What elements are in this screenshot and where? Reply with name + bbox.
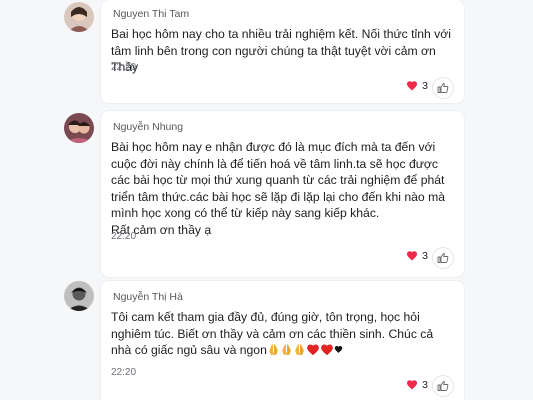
folded-hands-emoji (282, 344, 291, 355)
thumbs-up-icon (437, 83, 449, 93)
black-heart-emoji (334, 345, 343, 353)
avatar[interactable] (64, 281, 94, 311)
avatar[interactable] (64, 113, 94, 143)
heart-icon (407, 81, 418, 91)
comment-text: Bài học hôm nay e nhận được đó là mục đí… (111, 140, 446, 237)
author-name[interactable]: Nguyễn Thị Hà (113, 291, 183, 303)
heart-icon (407, 380, 418, 390)
thumbs-up-icon (437, 381, 449, 391)
reaction-summary[interactable]: 3 (406, 379, 428, 391)
like-button[interactable] (432, 77, 454, 99)
red-heart-emoji (307, 344, 319, 355)
timestamp[interactable]: 22:20 (111, 231, 136, 242)
like-button[interactable] (432, 375, 454, 397)
reaction-summary[interactable]: 3 (406, 80, 428, 92)
red-heart-emoji (321, 344, 333, 355)
comment-bubble: Nguyễn Nhung Bài học hôm nay e nhận được… (101, 111, 464, 277)
author-name[interactable]: Nguyễn Nhung (113, 121, 183, 133)
folded-hands-emoji (295, 344, 304, 355)
comment-feed: Nguyen Thi Tam Bai học hôm nay cho ta nh… (0, 0, 533, 400)
reaction-count: 3 (422, 379, 428, 391)
like-button[interactable] (432, 247, 454, 269)
comment-text: Bai học hôm nay cho ta nhiều trải nghiệm… (111, 27, 451, 74)
reaction-count: 3 (422, 80, 428, 92)
timestamp[interactable]: 22:20 (111, 62, 136, 73)
reaction-count: 3 (422, 250, 428, 262)
comment-bubble: Nguyen Thi Tam Bai học hôm nay cho ta nh… (101, 0, 464, 103)
thumbs-up-icon (437, 253, 449, 263)
folded-hands-emoji (269, 344, 278, 355)
reaction-summary[interactable]: 3 (406, 250, 428, 262)
avatar[interactable] (64, 2, 94, 32)
comment-text: Tôi cam kết tham gia đầy đủ, đúng giờ, t… (111, 309, 456, 359)
timestamp[interactable]: 22:20 (111, 367, 136, 378)
author-name[interactable]: Nguyen Thi Tam (113, 8, 189, 20)
heart-icon (407, 251, 418, 261)
emoji-sequence (267, 343, 343, 357)
comment-bubble: Nguyễn Thị Hà Tôi cam kết tham gia đầy đ… (101, 281, 464, 400)
